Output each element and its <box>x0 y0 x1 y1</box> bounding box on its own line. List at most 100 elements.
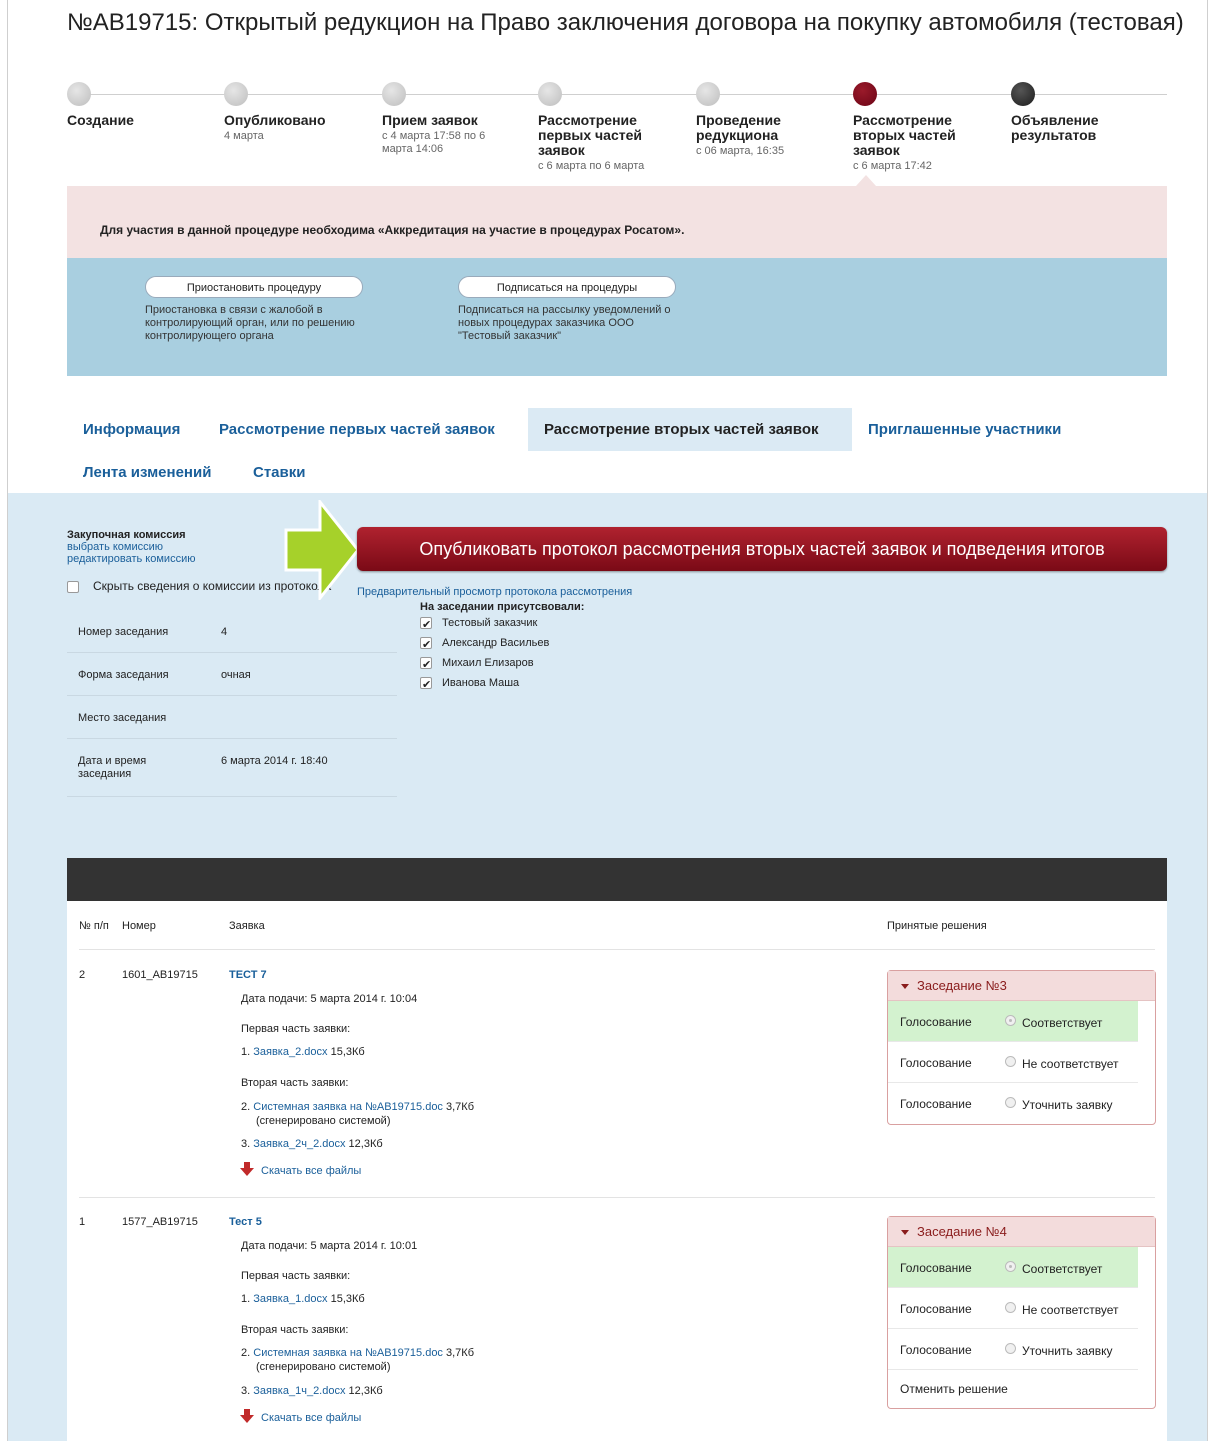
cancel-decision-button[interactable]: Отменить решение <box>888 1370 1155 1408</box>
file-num: 1. <box>241 1293 251 1305</box>
meeting-details: Номер заседания 4 Форма заседания очная … <box>67 610 397 797</box>
vote-label: Голосование <box>900 1343 972 1357</box>
file-link[interactable]: Заявка_2ч_2.docx <box>253 1138 345 1150</box>
vote-option: Уточнить заявку <box>1022 1344 1113 1358</box>
suspend-procedure-button[interactable]: Приостановить процедуру <box>145 276 363 298</box>
step-dot <box>538 82 562 106</box>
choose-commission-link[interactable]: выбрать комиссию <box>67 541 195 553</box>
row-number: 1601_AB19715 <box>122 969 198 981</box>
file-item: 3. Заявка_1ч_2.docx 12,3Кб <box>241 1385 383 1397</box>
suspend-description: Приостановка в связи с жалобой в контрол… <box>145 304 355 342</box>
row-index: 2 <box>79 969 86 981</box>
step-date: с 6 марта по 6 марта <box>538 160 645 172</box>
step-second-parts: Рассмотрение вторых частей заявок с 6 ма… <box>853 82 983 173</box>
tab-information[interactable]: Информация <box>67 408 196 451</box>
request-title-link[interactable]: ТЕСТ 7 <box>229 969 267 981</box>
subscribe-button[interactable]: Подписаться на процедуры <box>458 276 676 298</box>
meeting-number-value: 4 <box>221 626 228 638</box>
file-size: 15,3Кб <box>330 1293 365 1305</box>
step-dot <box>224 82 248 106</box>
vote-radio[interactable] <box>1005 1261 1016 1272</box>
table-header-bar <box>67 858 1167 901</box>
vote-row: Голосование Не соответствует <box>888 1042 1138 1083</box>
file-link[interactable]: Заявка_1ч_2.docx <box>253 1385 345 1397</box>
edit-commission-link[interactable]: редактировать комиссию <box>67 553 195 565</box>
download-icon <box>240 1162 254 1176</box>
tab-invited[interactable]: Приглашенные участники <box>852 408 1077 451</box>
file-link[interactable]: Системная заявка на №AB19715.doc <box>253 1101 443 1113</box>
step-date: с 4 марта 17:58 по 6 марта 14:06 <box>382 130 486 155</box>
vote-option: Не соответствует <box>1022 1303 1119 1317</box>
vote-row: Голосование Соответствует <box>888 1247 1138 1288</box>
vote-radio[interactable] <box>1005 1343 1016 1354</box>
file-size: 3,7Кб <box>446 1347 474 1359</box>
file-item: 1. Заявка_1.docx 15,3Кб <box>241 1293 365 1305</box>
accreditation-notice: Для участия в данной процедуре необходим… <box>67 186 1167 258</box>
vote-radio[interactable] <box>1005 1056 1016 1067</box>
step-label: Проведение редукциона <box>696 112 781 143</box>
attendee-checkbox[interactable] <box>420 675 432 695</box>
attendee-name: Александр Васильев <box>442 637 550 649</box>
commission-block: Закупочная комиссия выбрать комиссию ред… <box>67 529 195 565</box>
tab-first-parts[interactable]: Рассмотрение первых частей заявок <box>203 408 511 451</box>
meeting-number-label: Номер заседания <box>78 626 169 638</box>
preview-protocol-link[interactable]: Предварительный просмотр протокола рассм… <box>357 586 632 598</box>
vote-option: Не соответствует <box>1022 1057 1119 1071</box>
first-part-label: Первая часть заявки: <box>241 1270 351 1282</box>
tab-second-parts[interactable]: Рассмотрение вторых частей заявок <box>528 408 852 451</box>
file-link[interactable]: Заявка_1.docx <box>253 1293 327 1305</box>
divider <box>79 949 1155 950</box>
vote-label: Голосование <box>900 1097 972 1111</box>
vote-option: Соответствует <box>1022 1016 1103 1030</box>
step-date: с 06 марта, 16:35 <box>696 145 785 157</box>
tab-changelog[interactable]: Лента изменений <box>67 451 227 494</box>
publish-protocol-button[interactable]: Опубликовать протокол рассмотрения вторы… <box>357 527 1167 571</box>
step-auction: Проведение редукциона с 06 марта, 16:35 <box>696 82 826 158</box>
step-applications: Прием заявок с 4 марта 17:58 по 6 марта … <box>382 82 512 156</box>
step-creation: Создание <box>67 82 217 130</box>
step-label: Объявление результатов <box>1011 112 1099 143</box>
attendee-name: Иванова Маша <box>442 677 520 689</box>
step-label: Создание <box>67 112 134 128</box>
col-index: № п/п <box>79 920 109 932</box>
vote-radio[interactable] <box>1005 1015 1016 1026</box>
first-part-label: Первая часть заявки: <box>241 1023 351 1035</box>
attendee-name: Михаил Елизаров <box>442 657 534 669</box>
download-label: Скачать все файлы <box>261 1165 362 1177</box>
file-num: 3. <box>241 1138 251 1150</box>
second-part-label: Вторая часть заявки: <box>241 1077 349 1089</box>
col-number: Номер <box>122 920 156 932</box>
session-header[interactable]: Заседание №3 <box>888 971 1155 1001</box>
download-all-link[interactable]: Скачать все файлы <box>240 1162 362 1177</box>
attendee-checkbox[interactable] <box>420 635 432 655</box>
vote-radio[interactable] <box>1005 1302 1016 1313</box>
row-number: 1577_AB19715 <box>122 1216 198 1228</box>
submission-date: Дата подачи: 5 марта 2014 г. 10:04 <box>241 993 418 1005</box>
download-label: Скачать все файлы <box>261 1412 362 1424</box>
file-num: 2. <box>241 1101 251 1113</box>
step-published: Опубликовано 4 марта <box>224 82 374 143</box>
hide-commission-checkbox[interactable] <box>67 580 79 593</box>
vote-label: Голосование <box>900 1056 972 1070</box>
attendee-checkbox[interactable] <box>420 615 432 635</box>
attendance-heading: На заседании присутсвовали: <box>420 601 585 613</box>
session-header[interactable]: Заседание №4 <box>888 1217 1155 1247</box>
step-dot <box>67 82 91 106</box>
file-item: 1. Заявка_2.docx 15,3Кб <box>241 1046 365 1058</box>
generated-note: (сгенерировано системой) <box>256 1361 391 1373</box>
step-label: Опубликовано <box>224 112 326 128</box>
attendee-checkbox[interactable] <box>420 655 432 675</box>
caret-down-icon <box>901 984 909 990</box>
download-all-link[interactable]: Скачать все файлы <box>240 1409 362 1424</box>
request-title-link[interactable]: Тест 5 <box>229 1216 262 1228</box>
caret-down-icon <box>901 1230 909 1236</box>
vote-label: Голосование <box>900 1015 972 1029</box>
file-link[interactable]: Системная заявка на №AB19715.doc <box>253 1347 443 1359</box>
file-link[interactable]: Заявка_2.docx <box>253 1046 327 1058</box>
step-label: Прием заявок <box>382 112 478 128</box>
tab-bids[interactable]: Ставки <box>237 451 321 494</box>
col-request: Заявка <box>229 920 265 932</box>
applications-table: № п/п Номер Заявка Принятые решения 2 16… <box>67 901 1167 1441</box>
vote-radio[interactable] <box>1005 1097 1016 1108</box>
commission-heading: Закупочная комиссия <box>67 529 186 541</box>
